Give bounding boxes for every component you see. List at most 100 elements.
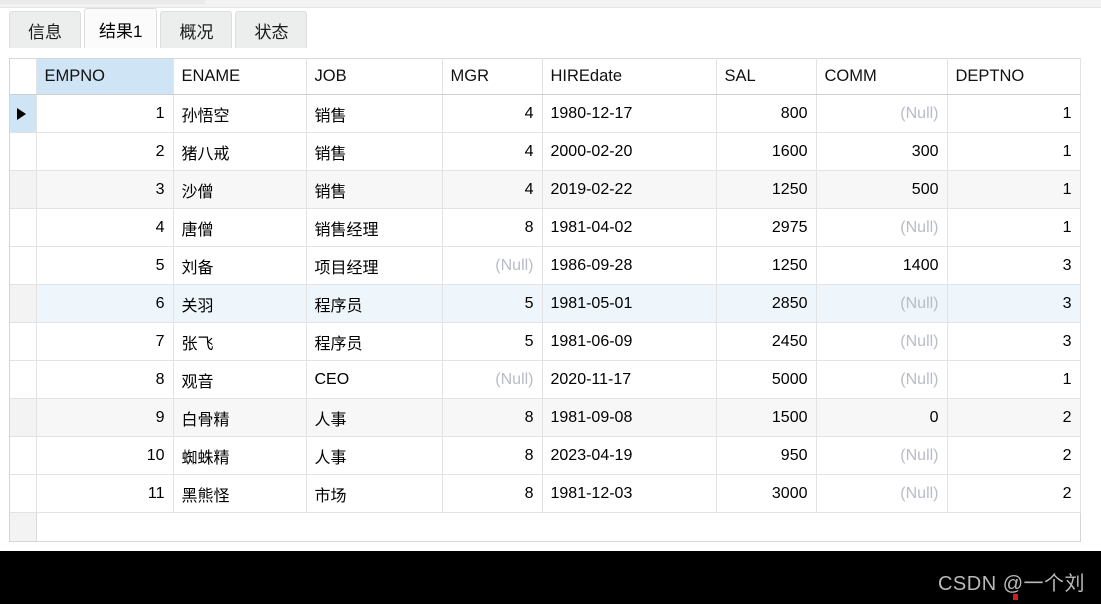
cell-job[interactable]: 程序员: [306, 284, 443, 323]
cell-comm[interactable]: (Null): [816, 322, 948, 361]
cell-mgr[interactable]: 4: [442, 132, 543, 171]
cell-mgr[interactable]: 4: [442, 170, 543, 209]
cell-sal[interactable]: 800: [716, 94, 817, 133]
cell-mgr[interactable]: 4: [442, 94, 543, 133]
cell-comm[interactable]: (Null): [816, 208, 948, 247]
cell-empno[interactable]: 10: [36, 436, 174, 475]
cell-sal[interactable]: 1500: [716, 398, 817, 437]
cell-sal[interactable]: 2850: [716, 284, 817, 323]
row-gutter[interactable]: [10, 94, 37, 133]
column-header-sal[interactable]: SAL: [716, 58, 817, 95]
column-header-empno[interactable]: EMPNO: [36, 58, 174, 95]
cell-deptno[interactable]: 1: [947, 360, 1081, 399]
cell-hiredate[interactable]: 1986-09-28: [542, 246, 717, 285]
cell-comm[interactable]: (Null): [816, 436, 948, 475]
cell-deptno[interactable]: 1: [947, 170, 1081, 209]
cell-empno[interactable]: 6: [36, 284, 174, 323]
cell-hiredate[interactable]: 2020-11-17: [542, 360, 717, 399]
cell-comm[interactable]: (Null): [816, 284, 948, 323]
tab-3[interactable]: 状态: [235, 11, 308, 49]
column-header-ename[interactable]: ENAME: [173, 58, 307, 95]
table-row[interactable]: 1 孙悟空 销售 4 1980-12-17 800 (Null) 1: [10, 94, 1081, 133]
cell-deptno[interactable]: 2: [947, 398, 1081, 437]
cell-ename[interactable]: 沙僧: [173, 170, 307, 209]
table-row[interactable]: 8 观音 CEO (Null) 2020-11-17 5000 (Null) 1: [10, 360, 1081, 399]
column-header-hiredate[interactable]: HIREdate: [542, 58, 717, 95]
cell-job[interactable]: 销售: [306, 170, 443, 209]
cell-deptno[interactable]: 3: [947, 284, 1081, 323]
cell-empno[interactable]: 5: [36, 246, 174, 285]
column-header-deptno[interactable]: DEPTNO: [947, 58, 1081, 95]
cell-comm[interactable]: (Null): [816, 474, 948, 513]
cell-hiredate[interactable]: 2000-02-20: [542, 132, 717, 171]
cell-hiredate[interactable]: 1981-12-03: [542, 474, 717, 513]
tab-0[interactable]: 信息: [9, 11, 81, 49]
cell-empno[interactable]: 7: [36, 322, 174, 361]
cell-hiredate[interactable]: 2019-02-22: [542, 170, 717, 209]
cell-deptno[interactable]: 1: [947, 94, 1081, 133]
cell-deptno[interactable]: 1: [947, 208, 1081, 247]
cell-job[interactable]: 销售: [306, 132, 443, 171]
cell-empno[interactable]: 9: [36, 398, 174, 437]
cell-comm[interactable]: (Null): [816, 94, 948, 133]
cell-job[interactable]: 程序员: [306, 322, 443, 361]
table-row[interactable]: 5 刘备 项目经理 (Null) 1986-09-28 1250 1400 3: [10, 246, 1081, 285]
cell-mgr[interactable]: 5: [442, 284, 543, 323]
row-gutter[interactable]: [10, 322, 37, 361]
cell-comm[interactable]: (Null): [816, 360, 948, 399]
cell-deptno[interactable]: 3: [947, 322, 1081, 361]
row-gutter[interactable]: [10, 474, 37, 513]
table-row[interactable]: 7 张飞 程序员 5 1981-06-09 2450 (Null) 3: [10, 322, 1081, 361]
cell-empno[interactable]: 11: [36, 474, 174, 513]
row-gutter[interactable]: [10, 360, 37, 399]
cell-mgr[interactable]: 5: [442, 322, 543, 361]
table-row[interactable]: 4 唐僧 销售经理 8 1981-04-02 2975 (Null) 1: [10, 208, 1081, 247]
cell-mgr[interactable]: (Null): [442, 246, 543, 285]
cell-hiredate[interactable]: 1981-06-09: [542, 322, 717, 361]
cell-job[interactable]: CEO: [306, 360, 443, 399]
cell-empno[interactable]: 1: [36, 94, 174, 133]
column-header-job[interactable]: JOB: [306, 58, 443, 95]
tab-1[interactable]: 结果1: [84, 8, 158, 49]
cell-ename[interactable]: 黑熊怪: [173, 474, 307, 513]
cell-job[interactable]: 销售经理: [306, 208, 443, 247]
cell-job[interactable]: 市场: [306, 474, 443, 513]
cell-sal[interactable]: 950: [716, 436, 817, 475]
cell-sal[interactable]: 1250: [716, 170, 817, 209]
row-gutter[interactable]: [10, 246, 37, 285]
cell-mgr[interactable]: 8: [442, 208, 543, 247]
cell-job[interactable]: 人事: [306, 436, 443, 475]
cell-comm[interactable]: 300: [816, 132, 948, 171]
row-gutter[interactable]: [10, 284, 37, 323]
row-gutter[interactable]: [10, 170, 37, 209]
table-row[interactable]: 11 黑熊怪 市场 8 1981-12-03 3000 (Null) 2: [10, 474, 1081, 513]
table-row[interactable]: 3 沙僧 销售 4 2019-02-22 1250 500 1: [10, 170, 1081, 209]
cell-comm[interactable]: 1400: [816, 246, 948, 285]
cell-hiredate[interactable]: 2023-04-19: [542, 436, 717, 475]
cell-ename[interactable]: 猪八戒: [173, 132, 307, 171]
cell-ename[interactable]: 张飞: [173, 322, 307, 361]
cell-empno[interactable]: 8: [36, 360, 174, 399]
cell-empno[interactable]: 3: [36, 170, 174, 209]
cell-ename[interactable]: 孙悟空: [173, 94, 307, 133]
cell-sal[interactable]: 2450: [716, 322, 817, 361]
cell-deptno[interactable]: 1: [947, 132, 1081, 171]
cell-job[interactable]: 销售: [306, 94, 443, 133]
cell-ename[interactable]: 唐僧: [173, 208, 307, 247]
cell-sal[interactable]: 3000: [716, 474, 817, 513]
cell-ename[interactable]: 观音: [173, 360, 307, 399]
result-grid[interactable]: EMPNO ENAME JOB MGR HIREdate SAL COMM DEPTNO 1孙…: [9, 58, 1081, 542]
cell-empno[interactable]: 4: [36, 208, 174, 247]
table-row[interactable]: 10 蜘蛛精 人事 8 2023-04-19 950 (Null) 2: [10, 436, 1081, 475]
table-row[interactable]: 2 猪八戒 销售 4 2000-02-20 1600 300 1: [10, 132, 1081, 171]
cell-job[interactable]: 人事: [306, 398, 443, 437]
cell-deptno[interactable]: 3: [947, 246, 1081, 285]
column-header-comm[interactable]: COMM: [816, 58, 948, 95]
cell-mgr[interactable]: (Null): [442, 360, 543, 399]
cell-comm[interactable]: 500: [816, 170, 948, 209]
cell-hiredate[interactable]: 1981-09-08: [542, 398, 717, 437]
cell-deptno[interactable]: 2: [947, 436, 1081, 475]
cell-hiredate[interactable]: 1980-12-17: [542, 94, 717, 133]
tab-2[interactable]: 概况: [160, 11, 233, 49]
row-gutter[interactable]: [10, 132, 37, 171]
